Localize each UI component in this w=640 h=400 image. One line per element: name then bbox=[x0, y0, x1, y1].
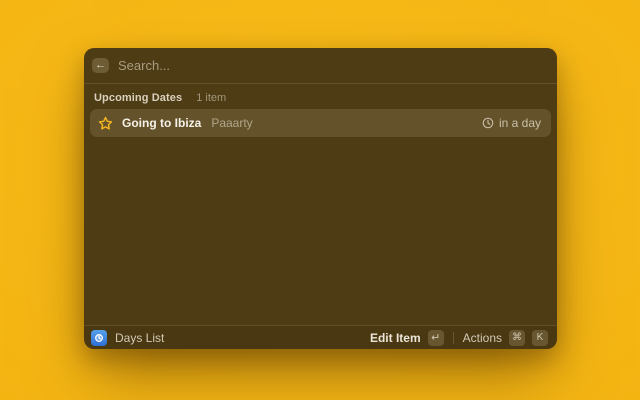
footer-actions: Edit Item ↵ Actions ⌘ K bbox=[370, 330, 548, 346]
search-bar: ← bbox=[84, 48, 557, 84]
footer-app[interactable]: Days List bbox=[91, 330, 164, 346]
back-button[interactable]: ← bbox=[92, 58, 109, 73]
footer-actions-divider bbox=[453, 332, 454, 344]
edit-item-button[interactable]: Edit Item bbox=[370, 331, 421, 345]
results-list: Upcoming Dates 1 item Going to Ibiza Paa… bbox=[84, 84, 557, 325]
list-item-going-to-ibiza[interactable]: Going to Ibiza Paaarty in a day bbox=[90, 109, 551, 137]
star-icon bbox=[98, 116, 113, 131]
section-item-count: 1 item bbox=[196, 92, 226, 104]
return-key-icon[interactable]: ↵ bbox=[428, 330, 444, 346]
clock-icon bbox=[482, 117, 494, 129]
section-title: Upcoming Dates bbox=[94, 92, 182, 104]
footer-bar: Days List Edit Item ↵ Actions ⌘ K bbox=[84, 325, 557, 349]
actions-button[interactable]: Actions bbox=[463, 331, 502, 345]
command-key-icon[interactable]: ⌘ bbox=[509, 330, 525, 346]
desktop-background: ← Upcoming Dates 1 item Going to Ibiza P… bbox=[0, 0, 640, 400]
search-input[interactable] bbox=[118, 58, 547, 73]
item-accessory: in a day bbox=[482, 116, 541, 130]
item-subtitle: Paaarty bbox=[211, 116, 252, 130]
footer-app-name: Days List bbox=[115, 331, 164, 345]
k-key[interactable]: K bbox=[532, 330, 548, 346]
section-header: Upcoming Dates 1 item bbox=[90, 88, 551, 109]
days-list-app-icon bbox=[91, 330, 107, 346]
item-accessory-text: in a day bbox=[499, 116, 541, 130]
back-arrow-icon: ← bbox=[95, 58, 106, 73]
launcher-window: ← Upcoming Dates 1 item Going to Ibiza P… bbox=[84, 48, 557, 349]
item-title: Going to Ibiza bbox=[122, 116, 201, 130]
